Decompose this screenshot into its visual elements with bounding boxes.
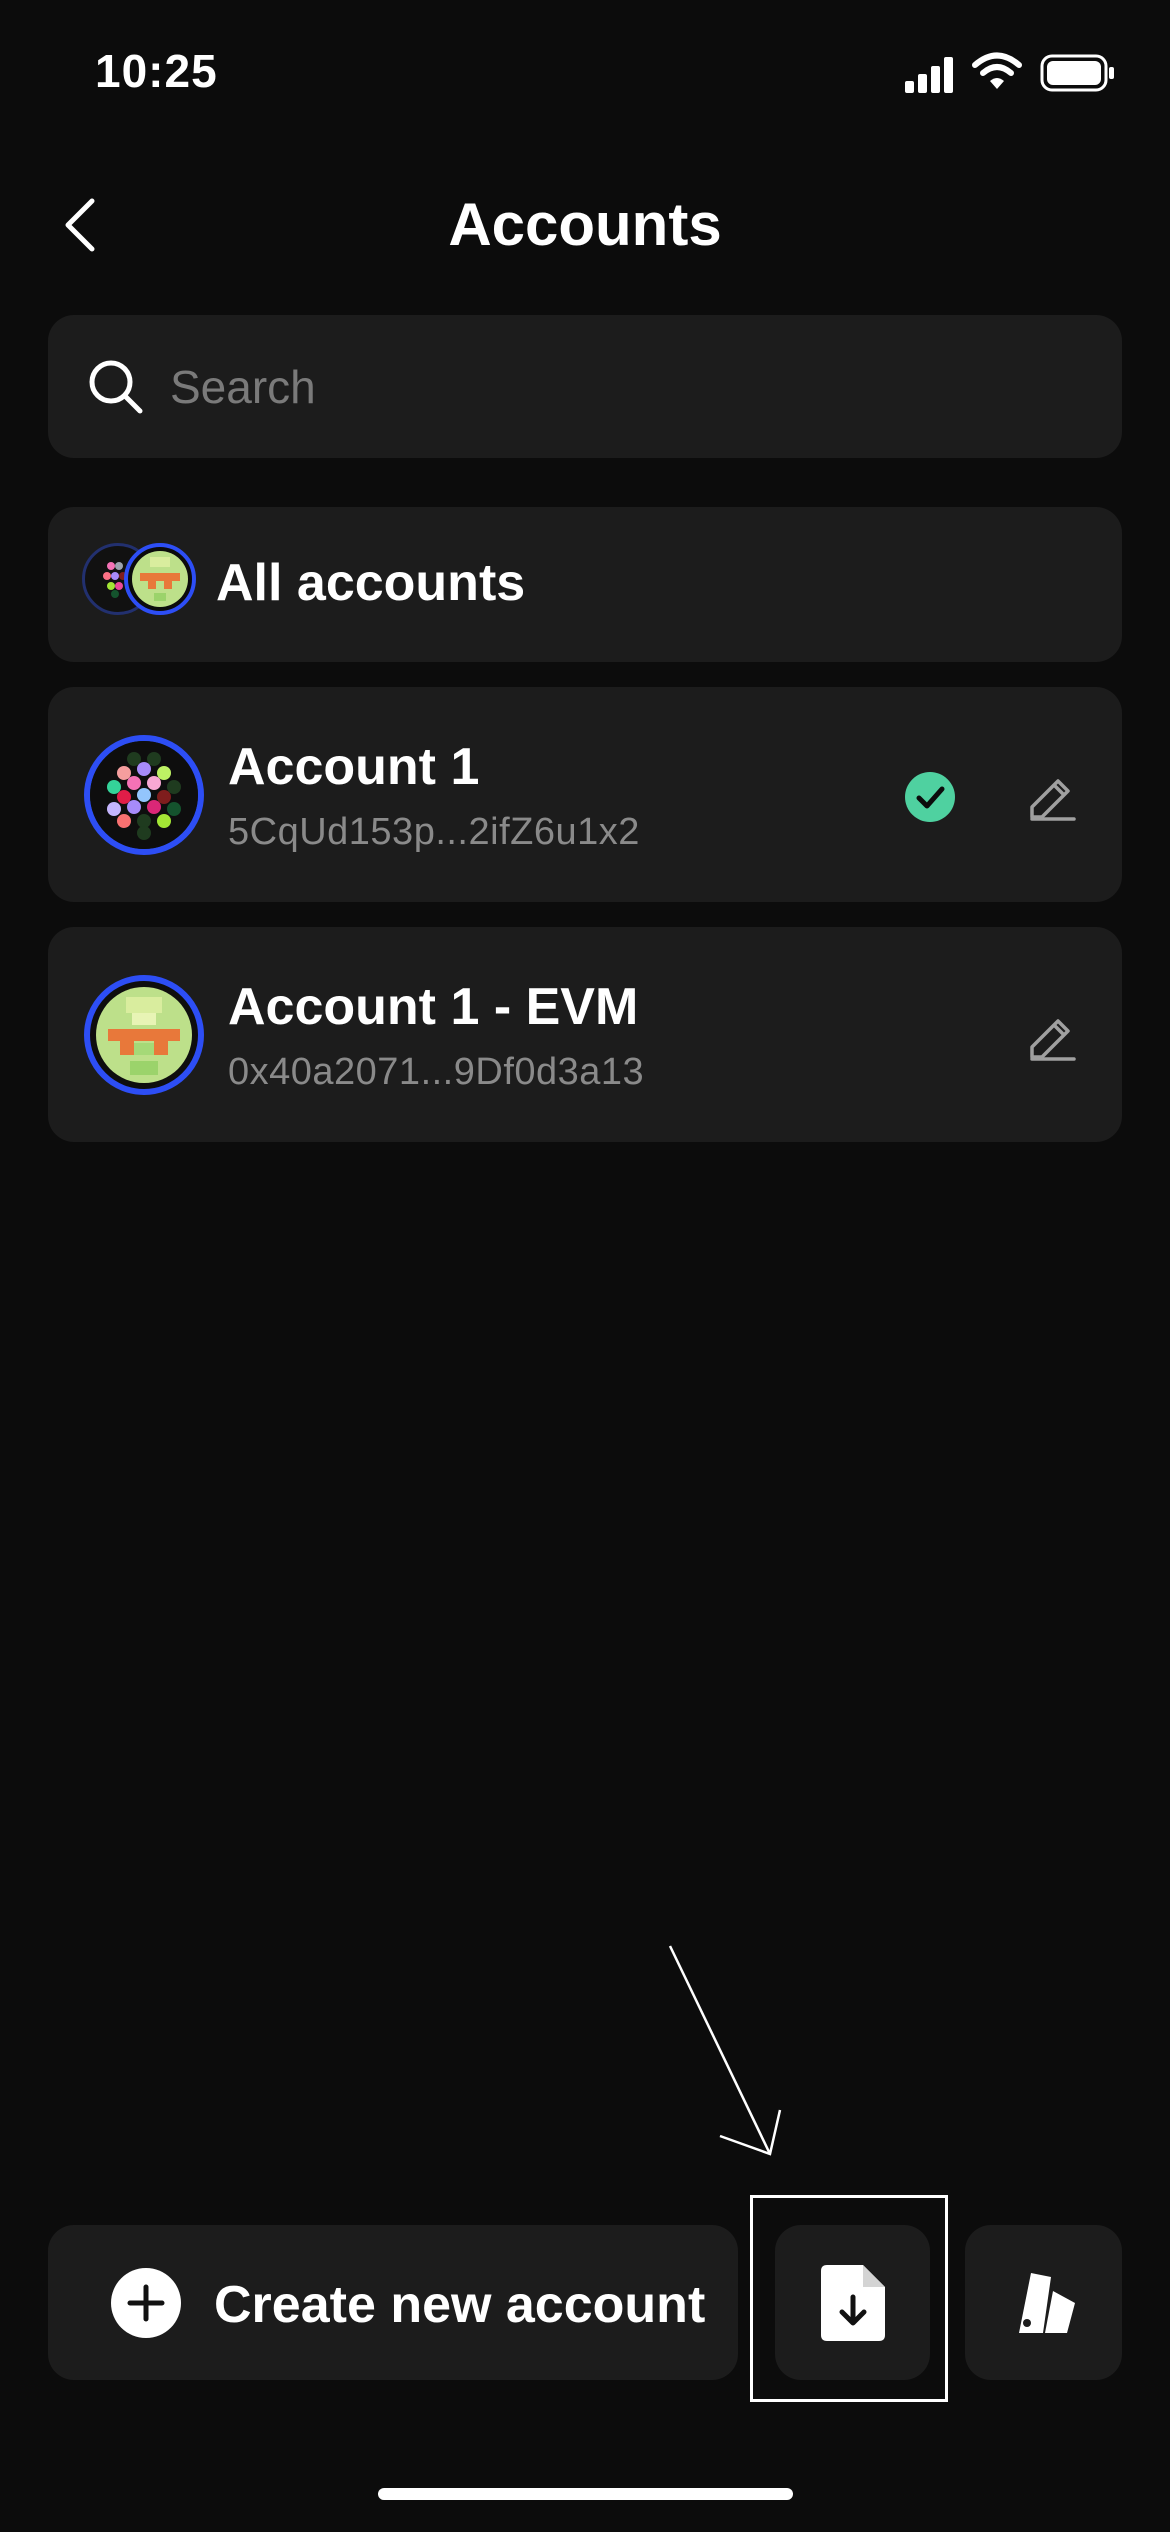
account-avatar — [84, 735, 204, 855]
edit-pencil-icon[interactable] — [1024, 1009, 1080, 1065]
color-swatch-icon — [1019, 2273, 1075, 2333]
stacked-avatar-evm — [124, 543, 196, 615]
theme-button[interactable] — [965, 2225, 1122, 2380]
all-accounts-label: All accounts — [216, 554, 526, 612]
account-name: Account 1 — [228, 738, 480, 796]
all-accounts-row[interactable]: All accounts — [48, 507, 1122, 662]
wifi-icon — [972, 52, 1022, 89]
plus-circle-icon — [111, 2268, 181, 2338]
edit-pencil-icon[interactable] — [1024, 769, 1080, 825]
search-input[interactable] — [168, 358, 1072, 415]
account-row[interactable]: Account 1 5CqUd153p...2ifZ6u1x2 — [48, 687, 1122, 902]
account-row[interactable]: Account 1 - EVM 0x40a2071...9Df0d3a13 — [48, 927, 1122, 1142]
search-bar[interactable] — [48, 315, 1122, 458]
annotation-arrow — [668, 1945, 782, 2156]
create-account-label: Create new account — [214, 2276, 706, 2334]
battery-icon — [1040, 54, 1114, 92]
create-account-button[interactable]: Create new account — [48, 2225, 738, 2380]
account-avatar — [84, 975, 204, 1095]
account-address: 0x40a2071...9Df0d3a13 — [228, 1051, 645, 1093]
home-indicator — [378, 2488, 793, 2500]
file-download-icon — [821, 2265, 885, 2341]
signal-icon — [905, 57, 953, 93]
import-account-button[interactable] — [775, 2225, 930, 2380]
account-address: 5CqUd153p...2ifZ6u1x2 — [228, 811, 640, 853]
all-accounts-avatar-stack — [82, 543, 196, 619]
account-name: Account 1 - EVM — [228, 978, 639, 1036]
status-time: 10:25 — [95, 45, 218, 97]
page-title: Accounts — [448, 191, 722, 258]
search-icon — [89, 360, 143, 413]
selected-check-icon — [905, 772, 955, 822]
